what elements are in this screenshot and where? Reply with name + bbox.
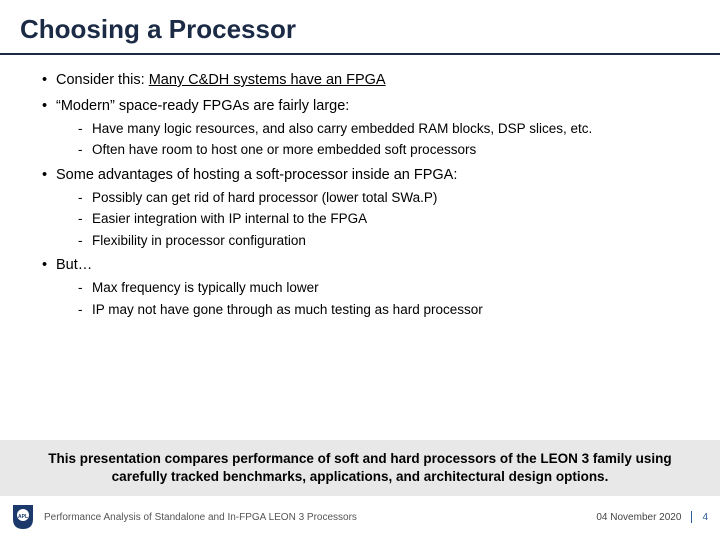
bullet-item: “Modern” space-ready FPGAs are fairly la… xyxy=(42,97,692,160)
bullet-item: Some advantages of hosting a soft-proces… xyxy=(42,166,692,250)
sub-item: Often have room to host one or more embe… xyxy=(78,141,692,159)
slide-content: Consider this: Many C&DH systems have an… xyxy=(0,55,720,436)
page-number: 4 xyxy=(702,512,708,523)
apl-shield-icon: APL xyxy=(12,504,34,530)
footer-title: Performance Analysis of Standalone and I… xyxy=(44,512,596,523)
bullet-text: Some advantages of hosting a soft-proces… xyxy=(56,167,457,183)
bullet-text: Consider this: xyxy=(56,72,149,88)
footer-date: 04 November 2020 xyxy=(596,512,681,523)
bullet-list: Consider this: Many C&DH systems have an… xyxy=(28,71,692,319)
sub-item: IP may not have gone through as much tes… xyxy=(78,301,692,319)
bullet-item: But… Max frequency is typically much low… xyxy=(42,256,692,319)
sub-list: Possibly can get rid of hard processor (… xyxy=(56,189,692,250)
page-title: Choosing a Processor xyxy=(0,0,720,55)
bullet-underline: Many C&DH systems have an FPGA xyxy=(149,72,386,88)
bullet-text: But… xyxy=(56,257,92,273)
svg-text:APL: APL xyxy=(18,514,28,520)
footer: APL Performance Analysis of Standalone a… xyxy=(0,496,720,540)
footer-divider xyxy=(691,511,692,523)
bullet-text: “Modern” space-ready FPGAs are fairly la… xyxy=(56,98,349,114)
sub-item: Easier integration with IP internal to t… xyxy=(78,210,692,228)
sub-list: Have many logic resources, and also carr… xyxy=(56,120,692,159)
sub-list: Max frequency is typically much lower IP… xyxy=(56,279,692,318)
sub-item: Flexibility in processor configuration xyxy=(78,232,692,250)
bullet-item: Consider this: Many C&DH systems have an… xyxy=(42,71,692,91)
sub-item: Have many logic resources, and also carr… xyxy=(78,120,692,138)
sub-item: Max frequency is typically much lower xyxy=(78,279,692,297)
summary-callout: This presentation compares performance o… xyxy=(0,440,720,496)
sub-item: Possibly can get rid of hard processor (… xyxy=(78,189,692,207)
